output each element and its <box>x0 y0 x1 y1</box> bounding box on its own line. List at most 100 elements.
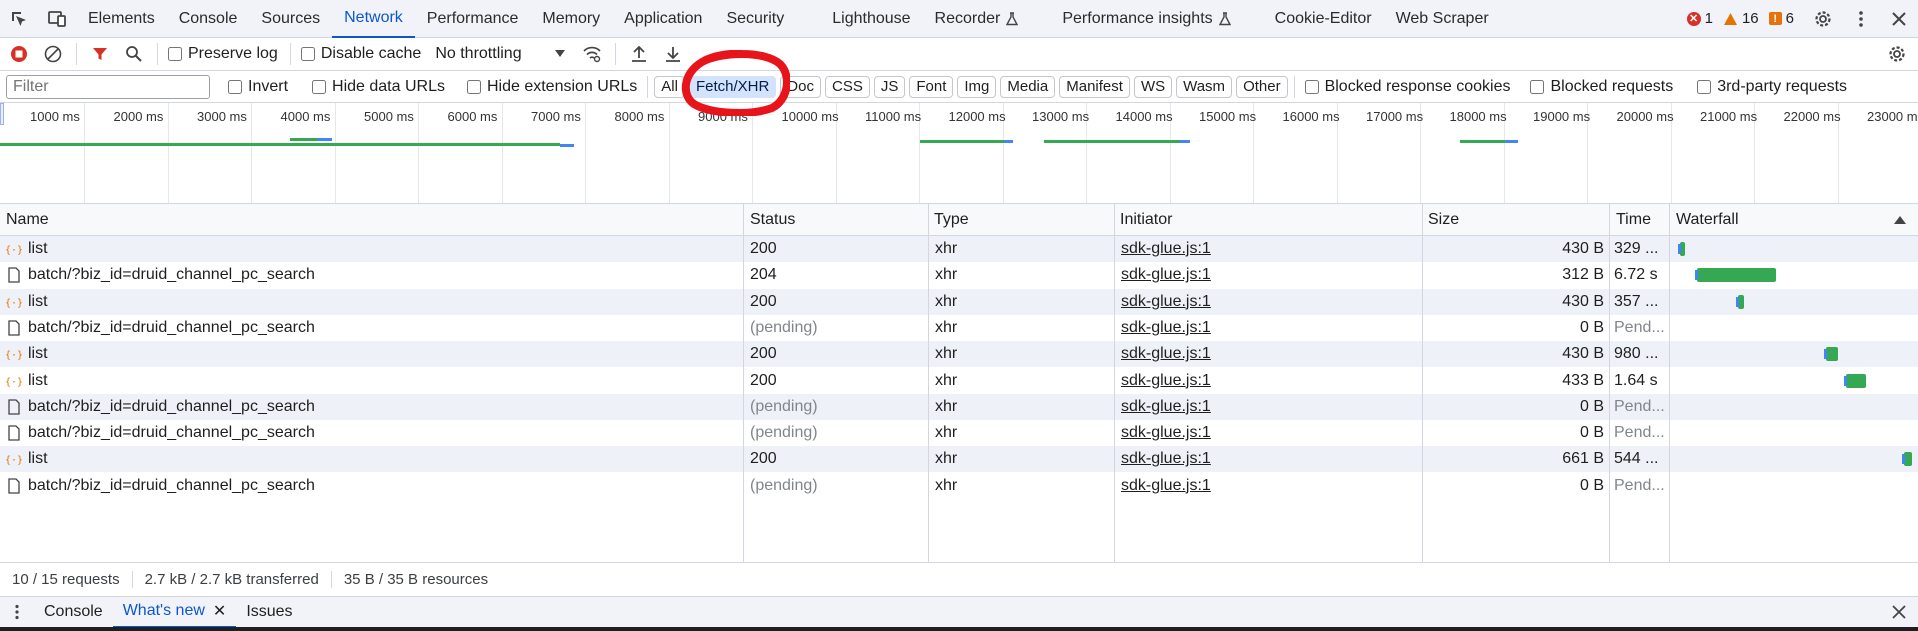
request-row[interactable]: {·} list 200 xhr sdk-glue.js:1 430 B 980 ... <box>0 341 1918 368</box>
export-har-icon[interactable] <box>656 38 690 71</box>
third-party-requests-checkbox[interactable]: 3rd-party requests <box>1697 78 1847 96</box>
request-row[interactable]: {·} list 200 xhr sdk-glue.js:1 430 B 329 ... <box>0 236 1918 262</box>
third-party-requests-box[interactable] <box>1697 79 1712 94</box>
type-filter-js[interactable]: JS <box>873 75 906 98</box>
invert-checkbox[interactable]: Invert <box>228 78 288 96</box>
warning-counter[interactable]: 16 <box>1723 10 1759 27</box>
tab-network[interactable]: Network <box>332 0 415 38</box>
request-row[interactable]: {·} list 200 xhr sdk-glue.js:1 433 B 1.64 s <box>0 368 1918 394</box>
drawer-tab-console[interactable]: Console <box>34 597 113 628</box>
column-time[interactable]: Time <box>1610 204 1651 236</box>
tab-elements[interactable]: Elements <box>76 0 167 38</box>
column-waterfall[interactable]: Waterfall <box>1670 204 1739 236</box>
column-status[interactable]: Status <box>744 204 795 236</box>
column-divider[interactable] <box>1669 204 1670 562</box>
type-filter-img[interactable]: Img <box>957 75 997 98</box>
column-initiator[interactable]: Initiator <box>1114 204 1172 236</box>
column-divider[interactable] <box>1114 204 1115 562</box>
drawer-menu-icon[interactable] <box>0 593 34 631</box>
request-row[interactable]: batch/?biz_id=druid_channel_pc_search (pe… <box>0 420 1918 446</box>
request-initiator-link[interactable]: sdk-glue.js:1 <box>1121 394 1417 420</box>
disable-cache-box[interactable] <box>300 47 315 61</box>
drawer-tab-whats-new[interactable]: What's new ✕ <box>112 597 237 628</box>
request-initiator-link[interactable]: sdk-glue.js:1 <box>1121 420 1417 446</box>
tab-cookie-editor[interactable]: Cookie-Editor <box>1263 0 1384 38</box>
tab-performance[interactable]: Performance <box>415 0 531 38</box>
clear-icon[interactable] <box>36 38 70 71</box>
column-divider[interactable] <box>928 204 929 562</box>
stop-recording-icon[interactable] <box>2 38 36 71</box>
close-drawer-icon[interactable] <box>1880 593 1918 631</box>
request-row[interactable]: {·} list 200 xhr sdk-glue.js:1 430 B 357 ... <box>0 288 1918 315</box>
import-har-icon[interactable] <box>622 38 656 71</box>
request-initiator-link[interactable]: sdk-glue.js:1 <box>1121 446 1417 472</box>
error-counter[interactable]: ✕ 1 <box>1686 10 1713 27</box>
column-divider[interactable] <box>1609 204 1610 562</box>
issues-counter[interactable]: ! 6 <box>1768 10 1794 27</box>
network-overview[interactable]: 1000 ms 2000 ms 3000 ms 4000 ms 5000 ms 6000 … <box>0 103 1918 204</box>
search-icon[interactable] <box>117 38 151 71</box>
request-initiator-link[interactable]: sdk-glue.js:1 <box>1121 368 1417 394</box>
settings-gear-icon[interactable] <box>1804 0 1842 38</box>
tab-security[interactable]: Security <box>714 0 796 38</box>
filter-funnel-icon[interactable] <box>83 38 117 71</box>
blocked-requests-box[interactable] <box>1530 79 1545 94</box>
close-devtools-icon[interactable] <box>1880 0 1918 38</box>
preserve-log-box[interactable] <box>168 47 182 61</box>
column-size[interactable]: Size <box>1422 204 1459 236</box>
more-options-icon[interactable] <box>1842 0 1880 38</box>
request-initiator-link[interactable]: sdk-glue.js:1 <box>1121 341 1417 367</box>
tab-application[interactable]: Application <box>612 0 714 38</box>
type-filter-other[interactable]: Other <box>1236 75 1288 98</box>
column-name[interactable]: Name <box>0 204 49 236</box>
hide-extension-urls-box[interactable] <box>466 79 481 94</box>
tab-web-scraper[interactable]: Web Scraper <box>1384 0 1501 38</box>
request-row[interactable]: batch/?biz_id=druid_channel_pc_search 204… <box>0 262 1918 288</box>
type-filter-wasm[interactable]: Wasm <box>1176 75 1233 98</box>
request-row[interactable]: batch/?biz_id=druid_channel_pc_search (pe… <box>0 393 1918 420</box>
invert-box[interactable] <box>228 79 242 94</box>
overview-selection-handle[interactable] <box>0 103 4 125</box>
request-initiator-link[interactable]: sdk-glue.js:1 <box>1121 315 1417 341</box>
sort-ascending-icon[interactable] <box>1894 215 1906 224</box>
tab-console[interactable]: Console <box>167 0 250 38</box>
request-row[interactable]: batch/?biz_id=druid_channel_pc_search (pe… <box>0 315 1918 341</box>
tab-recorder[interactable]: Recorder <box>923 0 1031 38</box>
request-row[interactable]: batch/?biz_id=druid_channel_pc_search (pe… <box>0 473 1918 499</box>
device-toolbar-icon[interactable] <box>38 0 76 38</box>
column-type[interactable]: Type <box>928 204 969 236</box>
column-divider[interactable] <box>1422 204 1423 562</box>
network-settings-gear-icon[interactable] <box>1880 38 1914 71</box>
type-filter-css[interactable]: CSS <box>824 75 870 98</box>
column-divider[interactable] <box>743 204 744 562</box>
type-filter-fetch-xhr[interactable]: Fetch/XHR <box>688 75 777 98</box>
network-conditions-icon[interactable] <box>575 38 609 71</box>
throttling-select[interactable]: No throttling <box>435 45 566 63</box>
blocked-response-cookies-checkbox[interactable]: Blocked response cookies <box>1304 78 1510 96</box>
request-initiator-link[interactable]: sdk-glue.js:1 <box>1121 289 1417 315</box>
request-initiator-link[interactable]: sdk-glue.js:1 <box>1121 262 1417 288</box>
request-row[interactable]: {·} list 200 xhr sdk-glue.js:1 661 B 544 ... <box>0 446 1918 473</box>
disable-cache-checkbox[interactable]: Disable cache <box>300 45 421 63</box>
hide-data-urls-checkbox[interactable]: Hide data URLs <box>312 78 445 96</box>
tab-lighthouse[interactable]: Lighthouse <box>820 0 922 38</box>
hide-extension-urls-checkbox[interactable]: Hide extension URLs <box>466 78 637 96</box>
tab-sources[interactable]: Sources <box>249 0 332 38</box>
blocked-response-cookies-box[interactable] <box>1304 79 1319 94</box>
request-initiator-link[interactable]: sdk-glue.js:1 <box>1121 236 1417 262</box>
type-filter-ws[interactable]: WS <box>1133 75 1173 98</box>
type-filter-doc[interactable]: Doc <box>780 75 821 98</box>
type-filter-all[interactable]: All <box>654 75 685 98</box>
type-filter-font[interactable]: Font <box>909 75 954 98</box>
tab-memory[interactable]: Memory <box>530 0 612 38</box>
blocked-requests-checkbox[interactable]: Blocked requests <box>1530 78 1673 96</box>
type-filter-manifest[interactable]: Manifest <box>1059 75 1130 98</box>
tab-performance-insights[interactable]: Performance insights <box>1050 0 1242 38</box>
hide-data-urls-box[interactable] <box>312 79 327 94</box>
drawer-tab-issues[interactable]: Issues <box>236 597 302 628</box>
inspect-element-icon[interactable] <box>0 0 38 38</box>
type-filter-media[interactable]: Media <box>1000 75 1056 98</box>
request-initiator-link[interactable]: sdk-glue.js:1 <box>1121 473 1417 499</box>
filter-input[interactable] <box>6 74 210 99</box>
close-tab-icon[interactable]: ✕ <box>213 601 226 621</box>
